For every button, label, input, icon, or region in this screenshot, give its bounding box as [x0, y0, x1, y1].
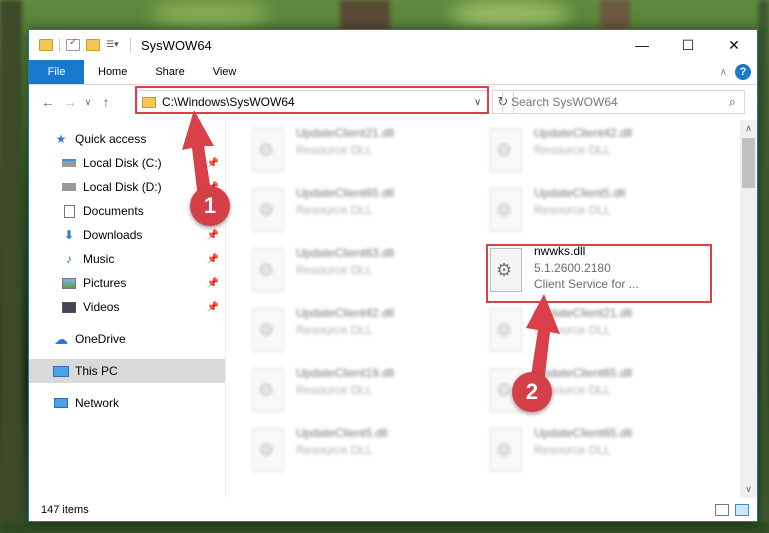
expand-ribbon-icon[interactable]: ∧ — [720, 67, 727, 78]
dll-file-icon: ⚙ — [252, 308, 284, 352]
dll-file-icon: ⚙ — [252, 128, 284, 172]
sidebar-item-label: Downloads — [83, 228, 143, 242]
vertical-scrollbar[interactable]: ∧ ∨ — [740, 120, 757, 498]
file-item[interactable]: ⚙ UpdateClient42.dll Resource DLL — [226, 302, 446, 360]
forward-button[interactable]: → — [59, 94, 81, 110]
file-item[interactable]: ⚙ UpdateClient5.dll Resource DLL — [226, 422, 446, 480]
scrollbar-thumb[interactable] — [742, 138, 755, 188]
step-1-badge: 1 — [190, 186, 230, 226]
sidebar-item-label: Network — [75, 396, 120, 410]
dll-file-icon: ⚙ — [252, 428, 284, 472]
file-item[interactable]: ⚙ UpdateClient42.dll Resource DLL — [464, 122, 684, 180]
up-button[interactable]: ↑ — [95, 94, 117, 110]
file-item[interactable]: ⚙ UpdateClient21.dll Resource DLL — [226, 122, 446, 180]
dll-file-icon: ⚙ — [490, 128, 522, 172]
pin-icon[interactable]: 📌 — [207, 278, 219, 289]
drive-icon — [61, 156, 77, 170]
sidebar-item-network[interactable]: Network — [29, 391, 225, 415]
tab-share[interactable]: Share — [141, 60, 198, 84]
file-item[interactable]: ⚙ UpdateClient5.dll Resource DLL — [464, 182, 684, 240]
dll-file-icon: ⚙ — [490, 188, 522, 232]
sidebar-item-label: Videos — [83, 300, 120, 314]
properties-icon[interactable]: ✓ — [66, 37, 80, 51]
sidebar-item-label: Local Disk (D:) — [83, 180, 162, 194]
help-icon[interactable]: ? — [735, 64, 751, 80]
recent-locations-button[interactable]: ∨ — [81, 97, 95, 108]
file-item[interactable]: ⚙ UpdateClient65.dll Resource DLL — [226, 182, 446, 240]
document-icon — [61, 204, 77, 218]
step-2-badge: 2 — [512, 372, 552, 412]
dll-file-icon: ⚙ — [252, 368, 284, 412]
large-icons-view-icon[interactable] — [735, 504, 749, 516]
sidebar-item-this-pc[interactable]: This PC — [29, 359, 225, 383]
item-count: 147 items — [41, 504, 89, 516]
dll-file-icon: ⚙ — [252, 188, 284, 232]
file-item[interactable]: ⚙ UpdateClient63.dll Resource DLL — [226, 242, 446, 300]
details-view-icon[interactable] — [715, 504, 729, 516]
sidebar-item-label: This PC — [75, 364, 118, 378]
sidebar-item-pictures[interactable]: Pictures 📌 — [29, 271, 225, 295]
sidebar-item-label: Pictures — [83, 276, 127, 290]
sidebar-item-downloads[interactable]: ⬇ Downloads 📌 — [29, 223, 225, 247]
folder-icon — [39, 39, 53, 51]
scroll-up-icon[interactable]: ∧ — [740, 120, 757, 137]
search-input[interactable]: Search SysWOW64 ⌕ — [502, 90, 745, 114]
sidebar-item-label: Documents — [83, 204, 144, 218]
close-button[interactable]: ✕ — [711, 30, 757, 60]
pin-icon[interactable]: 📌 — [207, 302, 219, 313]
sidebar-item-label: Local Disk (C:) — [83, 156, 162, 170]
music-icon: ♪ — [66, 252, 72, 266]
file-item[interactable]: ⚙ UpdateClient21.dll Resource DLL — [464, 302, 684, 360]
sidebar-item-onedrive[interactable]: ☁ OneDrive — [29, 327, 225, 351]
file-item[interactable]: ⚙ UpdateClient65.dll Resource DLL — [464, 362, 684, 420]
star-icon: ★ — [55, 132, 67, 146]
file-item[interactable]: ⚙ UpdateClient19.dll Resource DLL — [226, 362, 446, 420]
file-item[interactable]: ⚙ UpdateClient65.dll Resource DLL — [464, 422, 684, 480]
sidebar-item-label: Quick access — [75, 132, 147, 146]
back-button[interactable]: ← — [37, 94, 59, 110]
network-icon — [53, 396, 69, 410]
status-bar: 147 items — [29, 498, 757, 522]
cloud-icon: ☁ — [54, 330, 68, 347]
quick-access-toolbar: ✓ ☰▾ — [29, 37, 131, 52]
sidebar-item-label: OneDrive — [75, 332, 126, 346]
dll-file-icon: ⚙ — [252, 248, 284, 292]
window-title: SysWOW64 — [141, 37, 212, 53]
pin-icon[interactable]: 📌 — [207, 254, 219, 265]
video-icon — [61, 300, 77, 314]
minimize-button[interactable]: — — [619, 30, 665, 60]
scroll-down-icon[interactable]: ∨ — [740, 481, 757, 498]
title-bar: ✓ ☰▾ SysWOW64 — ☐ ✕ — [29, 30, 757, 60]
file-list: ⚙ UpdateClient21.dll Resource DLL ⚙ Updat… — [226, 120, 740, 498]
customize-toolbar-icon[interactable]: ☰▾ — [106, 39, 124, 51]
sidebar-item-label: Music — [83, 252, 115, 266]
tab-file[interactable]: File — [29, 60, 84, 84]
ribbon-tabs: File Home Share View ∧ ? — [29, 60, 757, 85]
maximize-button[interactable]: ☐ — [665, 30, 711, 60]
sidebar-item-videos[interactable]: Videos 📌 — [29, 295, 225, 319]
new-folder-icon[interactable] — [86, 39, 100, 51]
sidebar-item-music[interactable]: ♪ Music 📌 — [29, 247, 225, 271]
drive-icon — [61, 180, 77, 194]
dll-file-icon: ⚙ — [490, 428, 522, 472]
computer-icon — [53, 364, 69, 378]
tab-view[interactable]: View — [199, 60, 251, 84]
search-icon[interactable]: ⌕ — [729, 94, 736, 110]
tab-home[interactable]: Home — [84, 60, 141, 84]
pin-icon[interactable]: 📌 — [207, 230, 219, 241]
picture-icon — [61, 276, 77, 290]
search-placeholder: Search SysWOW64 — [511, 95, 618, 109]
download-icon: ⬇ — [63, 228, 75, 242]
